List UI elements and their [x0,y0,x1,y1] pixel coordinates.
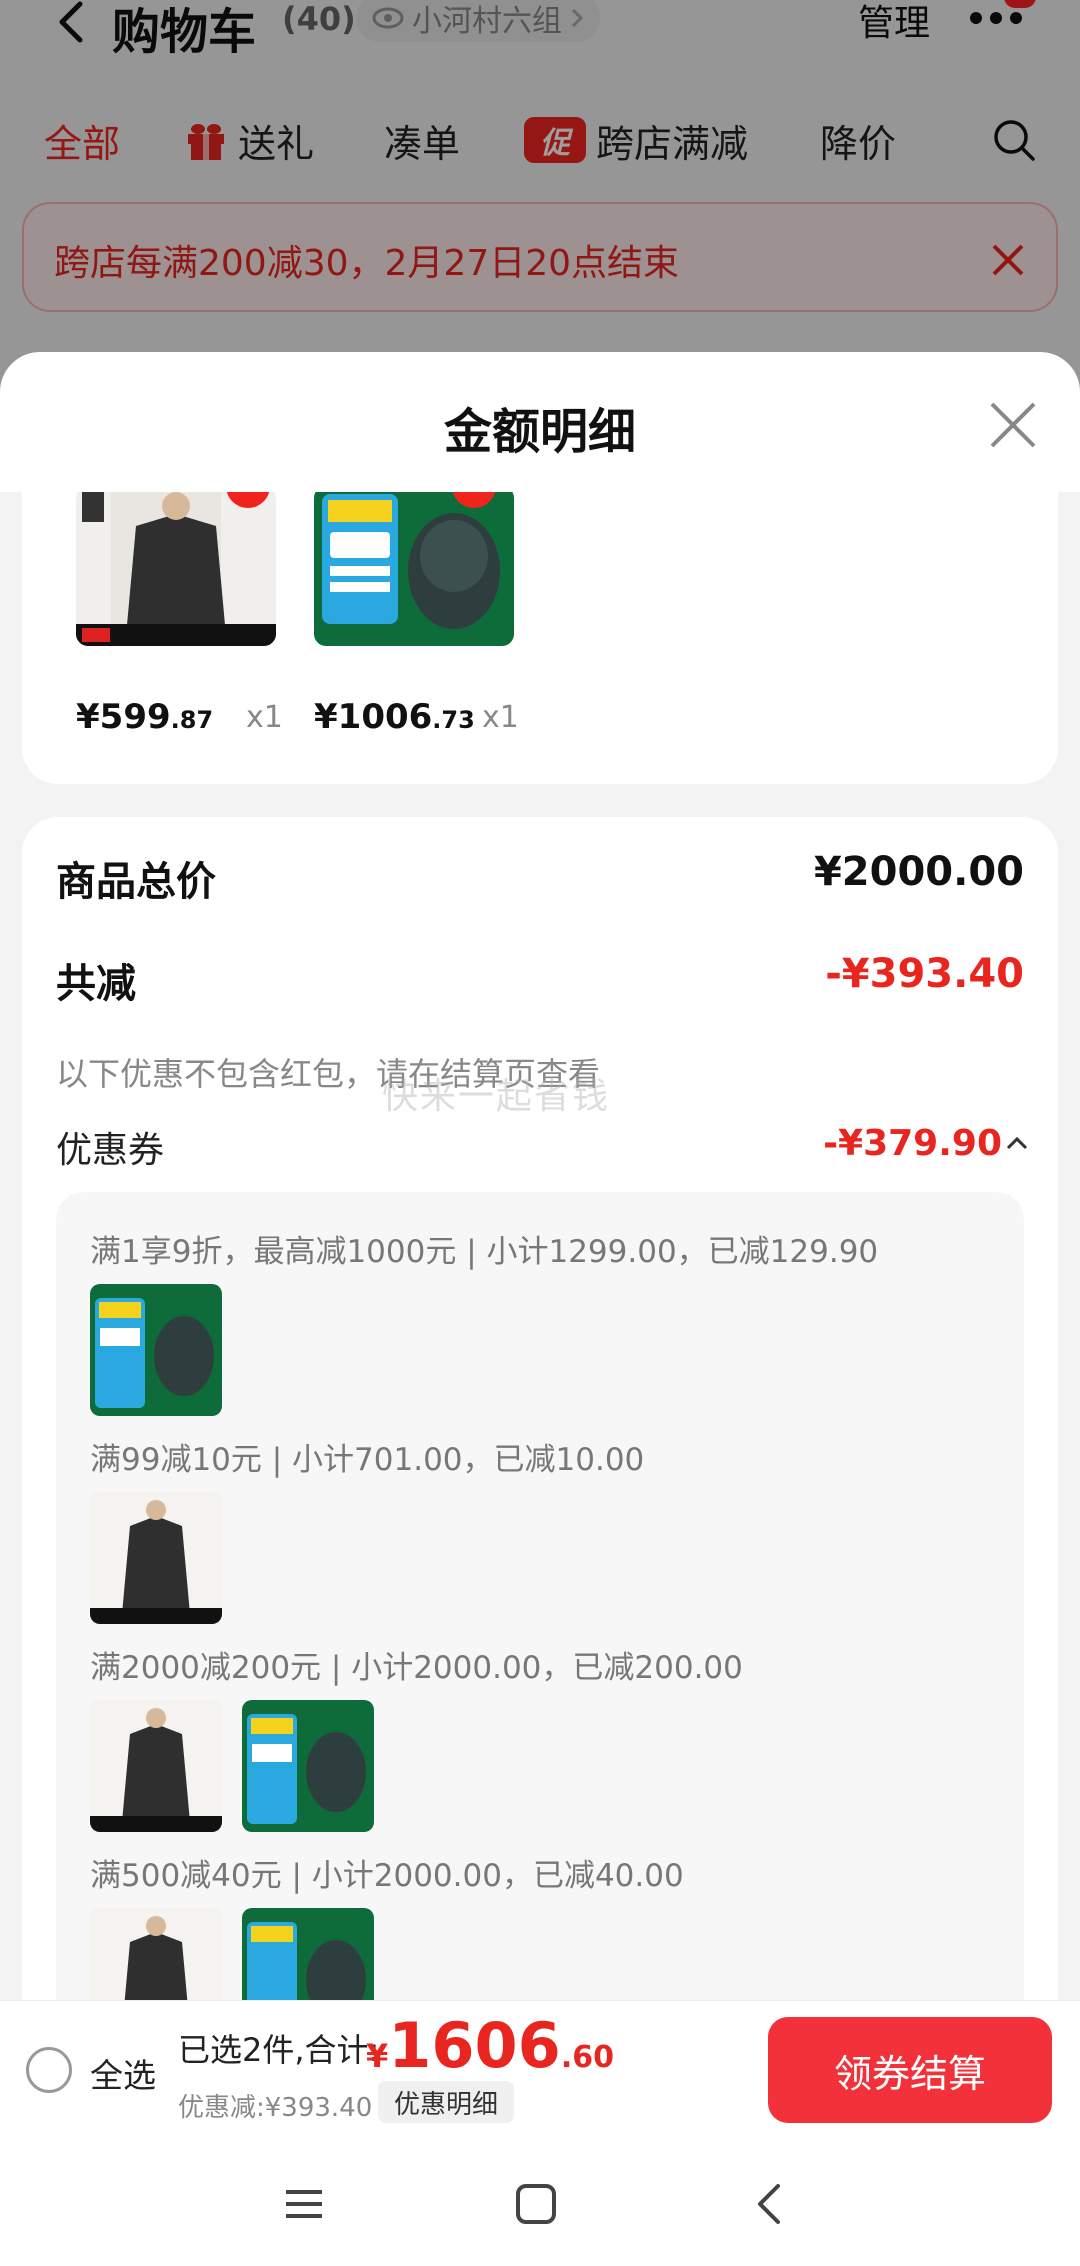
discount-label: 共减 [56,961,136,1007]
coat-image [90,1908,222,2002]
price-detail-card: 商品总价 ¥2000.00 共减 -¥393.40 以下优惠不包含红包，请在结算… [22,817,1058,2002]
mouse-image [242,1908,374,2002]
home-icon[interactable] [514,2182,558,2226]
discount-summary: 优惠减:¥393.40 [178,2093,373,2123]
total-price-label: 商品总价 [56,859,216,905]
total-price-value: ¥2000.00 [813,849,1024,895]
selected-summary: 已选2件,合计: [178,2031,380,2069]
product-thumbnail-mouse[interactable] [314,492,514,646]
currency-symbol: ¥ [366,2037,389,2075]
coupon-rule: 满2000减200元 | 小计2000.00，已减200.00 [90,1650,743,1686]
sheet-title: 金额明细 [443,404,636,460]
total-integer: 1606 [388,2009,561,2082]
coupon-label: 优惠券 [56,1130,165,1171]
coupon-product-mouse [90,1284,222,1416]
coat-image [90,1492,222,1624]
coupon-product-mouse [242,1700,374,1832]
total-decimal: .60 [560,2040,614,2075]
back-icon[interactable] [748,2182,792,2226]
select-all-label[interactable]: 全选 [90,2049,156,2097]
product-price-coat: ¥599.87 [76,697,213,737]
coupon-value[interactable]: -¥379.90 [823,1123,1002,1164]
checkout-button[interactable]: 领券结算 [768,2017,1052,2123]
mouse-image [90,1284,222,1416]
checkout-button-label: 领券结算 [833,2051,986,2096]
sheet-header: 金额明细 [0,352,1080,492]
menu-icon[interactable] [282,2182,326,2226]
product-qty-coat: x1 [246,700,283,735]
discount-detail-label: 优惠明细 [394,2089,499,2120]
system-nav-bar [0,2138,1080,2266]
close-icon[interactable] [986,398,1040,452]
amount-detail-sheet: 金额明细 ¥599.87 x1 ¥1006.73 x1 商品总价 ¥2000.0… [0,352,1080,2002]
select-all-checkbox[interactable] [26,2047,72,2093]
coupon-product-coat [90,1700,222,1832]
price-decimal: .73 [432,706,475,734]
product-thumbnail-coat[interactable] [76,492,276,646]
price-integer: ¥599 [76,697,171,737]
coupon-product-coat [90,1492,222,1624]
coat-image [76,492,276,646]
coupon-rule: 满1享9折，最高减1000元 | 小计1299.00，已减129.90 [90,1234,879,1270]
coupon-breakdown: 满1享9折，最高减1000元 | 小计1299.00，已减129.90 满99减… [56,1192,1024,2002]
product-price-mouse: ¥1006.73 [314,697,475,737]
price-decimal: .87 [170,706,214,734]
coat-image [90,1700,222,1832]
total-amount: ¥1606.60 [366,2009,614,2082]
mouse-image [242,1700,374,1832]
discount-detail-button[interactable]: 优惠明细 [378,2081,515,2123]
discount-value: -¥393.40 [825,951,1024,997]
price-integer: ¥1006 [314,697,433,737]
product-qty-mouse: x1 [482,700,519,735]
coupon-rule: 满99减10元 | 小计701.00，已减10.00 [90,1442,645,1478]
coupon-product-coat [90,1908,222,2002]
chevron-up-icon[interactable] [1006,1135,1028,1151]
selected-products-card: ¥599.87 x1 ¥1006.73 x1 [22,492,1058,784]
watermark: 快来一起省钱 [382,1076,611,1117]
mouse-image [314,492,514,646]
coupon-product-mouse [242,1908,374,2002]
coupon-rule: 满500减40元 | 小计2000.00，已减40.00 [90,1858,684,1894]
checkout-bar: 全选 已选2件,合计: ¥1606.60 优惠减:¥393.40 优惠明细 领券… [0,2000,1080,2138]
